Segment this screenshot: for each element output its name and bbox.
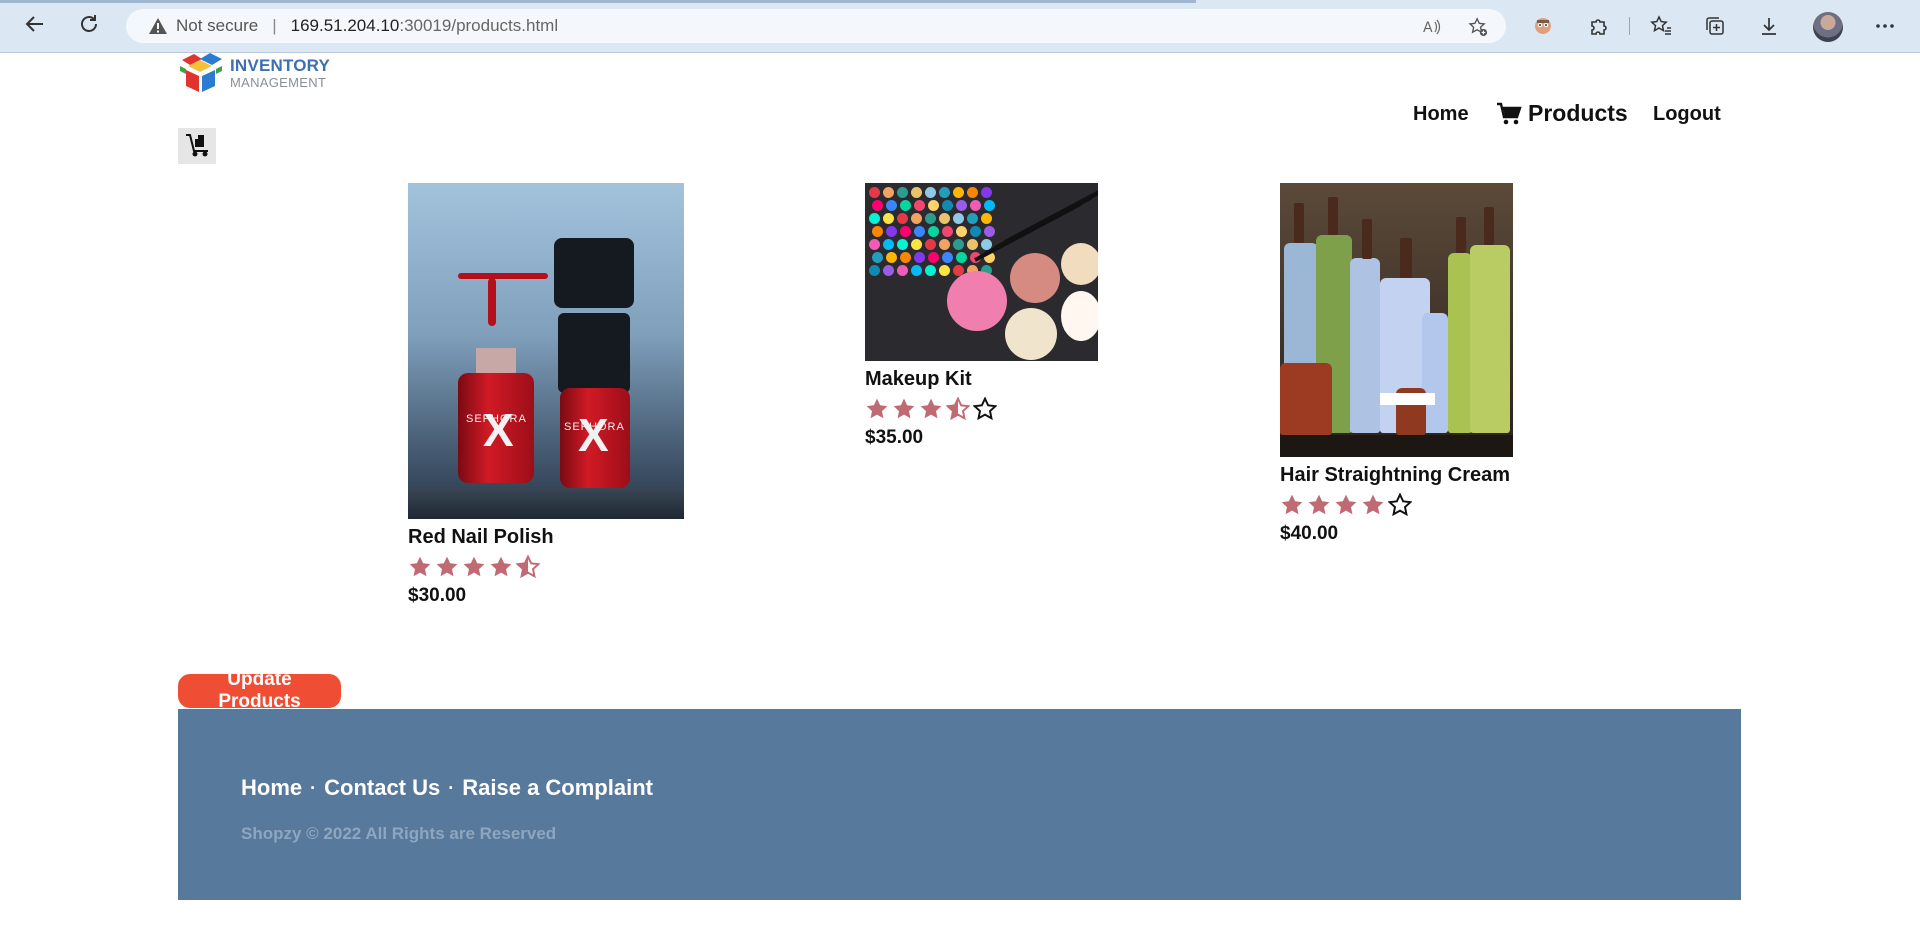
reload-button[interactable]: [74, 11, 104, 41]
footer-link-complaint[interactable]: Raise a Complaint: [462, 775, 653, 801]
footer-link-home[interactable]: Home: [241, 775, 302, 801]
nav-products-link[interactable]: Products: [1496, 100, 1628, 127]
star-filled-icon: [1281, 494, 1303, 514]
product-name[interactable]: Red Nail Polish: [408, 526, 684, 549]
toolbar-divider: [1629, 17, 1630, 35]
product-price: $35.00: [865, 427, 924, 448]
collections-icon[interactable]: [1702, 13, 1728, 39]
cart-button[interactable]: [178, 128, 216, 164]
favorites-icon[interactable]: [1648, 13, 1674, 39]
product-price: $40.00: [1280, 523, 1339, 544]
address-separator: |: [272, 16, 277, 35]
star-rating: [408, 554, 684, 579]
back-button[interactable]: [20, 11, 50, 41]
footer-link-contact[interactable]: Contact Us: [324, 775, 440, 801]
star-half-icon: [946, 396, 970, 420]
security-label[interactable]: Not secure: [176, 16, 258, 36]
url-host: 169.51.204.10: [290, 16, 400, 35]
nav-home-link[interactable]: Home: [1413, 103, 1469, 126]
product-name[interactable]: Hair Straightning Cream: [1280, 464, 1513, 487]
extensions-puzzle-icon[interactable]: [1586, 13, 1612, 39]
footer: Home · Contact Us · Raise a Complaint Sh…: [178, 709, 1741, 900]
footer-separator: ·: [310, 777, 317, 798]
browser-toolbar: Not secure | 169.51.204.10:30019/product…: [0, 0, 1920, 53]
add-favorite-icon[interactable]: [1468, 17, 1488, 37]
product-price: $30.00: [408, 585, 467, 606]
nav-logout-link[interactable]: Logout: [1653, 103, 1721, 126]
profile-avatar[interactable]: [1813, 12, 1843, 42]
footer-separator: ·: [448, 777, 455, 798]
logo-title: INVENTORY: [230, 56, 331, 75]
product-image-nail-polish[interactable]: X SEPHORA X SEPHORA: [408, 183, 684, 519]
star-filled-icon: [893, 398, 915, 418]
logo-boxes-icon: [178, 50, 224, 96]
star-filled-icon: [463, 556, 485, 576]
star-filled-icon: [1335, 494, 1357, 514]
more-menu-icon[interactable]: [1872, 13, 1898, 39]
copyright-text: Shopzy © 2022 All Rights are Reserved: [241, 824, 557, 843]
address-bar[interactable]: Not secure | 169.51.204.10:30019/product…: [126, 9, 1506, 43]
shopping-cart-icon: [1496, 102, 1522, 126]
star-filled-icon: [866, 398, 888, 418]
logo-subtitle: MANAGEMENT: [230, 75, 327, 90]
star-filled-icon: [1308, 494, 1330, 514]
product-card[interactable]: X SEPHORA X SEPHORA Red Nail Polish $30.…: [408, 183, 684, 607]
product-card[interactable]: Hair Straightning Cream $40.00: [1280, 183, 1513, 545]
downloads-icon[interactable]: [1756, 13, 1782, 39]
star-empty-icon: [973, 396, 997, 420]
product-name[interactable]: Makeup Kit: [865, 368, 1098, 391]
site-logo[interactable]: INVENTORY MANAGEMENT: [178, 50, 338, 96]
update-products-button[interactable]: Update Products: [178, 669, 341, 712]
back-arrow-icon: [24, 13, 46, 40]
product-image-hair-cream[interactable]: [1280, 183, 1513, 457]
nav-products-label: Products: [1528, 100, 1628, 126]
star-filled-icon: [409, 556, 431, 576]
star-filled-icon: [436, 556, 458, 576]
star-filled-icon: [490, 556, 512, 576]
svg-text:A: A: [1423, 20, 1433, 36]
star-rating: [1280, 492, 1513, 517]
url-path: :30019/products.html: [399, 16, 559, 35]
star-rating: [865, 396, 1098, 421]
star-filled-icon: [920, 398, 942, 418]
product-card[interactable]: Makeup Kit $35.00: [865, 183, 1098, 449]
read-aloud-icon[interactable]: A: [1422, 17, 1442, 37]
warning-icon: [148, 16, 168, 36]
star-empty-icon: [1388, 492, 1412, 516]
extension-face-icon[interactable]: [1530, 13, 1556, 39]
tab-strip-accent: [0, 0, 1196, 3]
star-filled-icon: [1362, 494, 1384, 514]
hand-truck-icon: [183, 133, 211, 159]
reload-icon: [78, 13, 100, 40]
star-half-icon: [516, 554, 540, 578]
footer-links: Home · Contact Us · Raise a Complaint: [241, 775, 653, 801]
product-image-makeup-kit[interactable]: [865, 183, 1098, 361]
